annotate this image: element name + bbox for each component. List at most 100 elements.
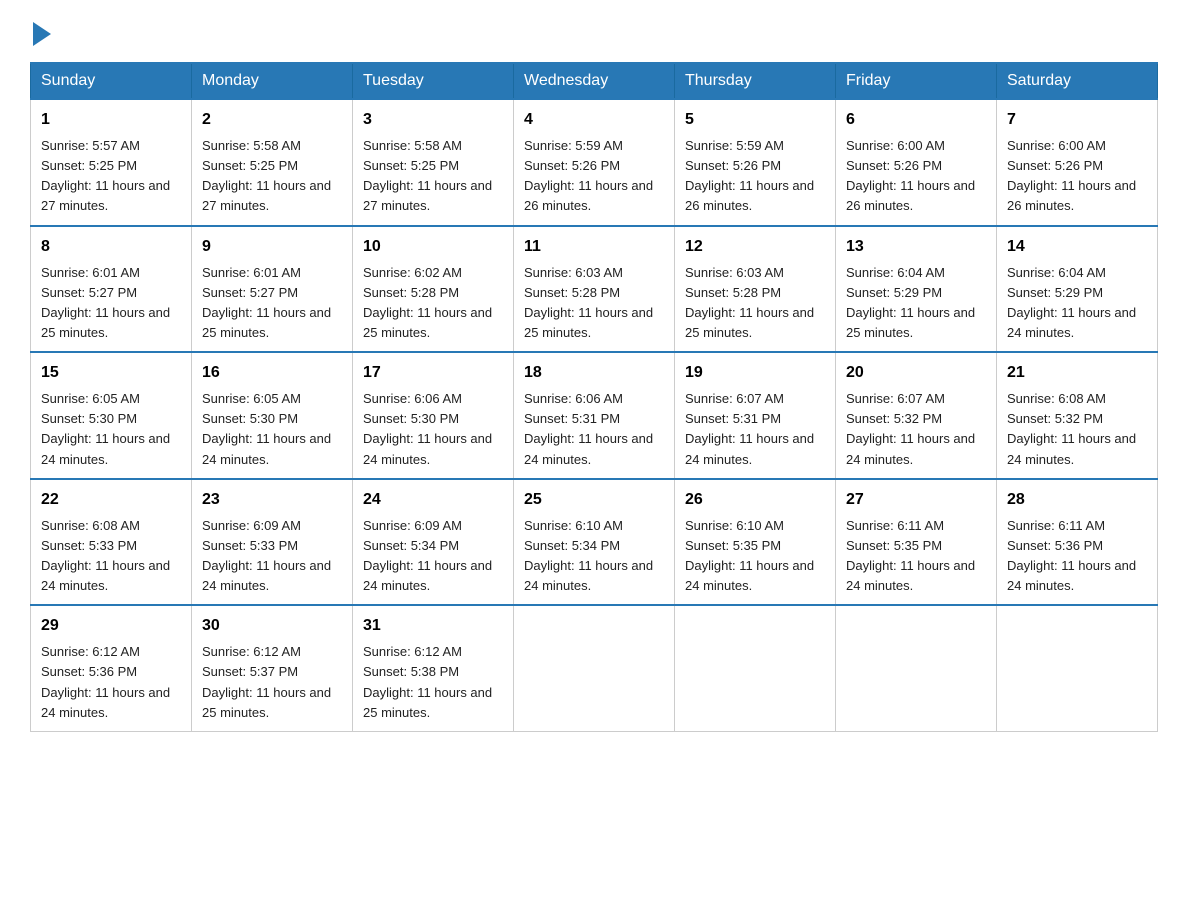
calendar-cell bbox=[997, 605, 1158, 731]
calendar-cell: 14Sunrise: 6:04 AMSunset: 5:29 PMDayligh… bbox=[997, 226, 1158, 353]
calendar-cell: 25 Sunrise: 6:10 AMSunset: 5:34 PMDayligh… bbox=[514, 479, 675, 606]
day-info: Sunrise: 6:01 AMSunset: 5:27 PMDaylight:… bbox=[41, 263, 181, 344]
weekday-header-monday: Monday bbox=[192, 63, 353, 99]
calendar-cell: 18 Sunrise: 6:06 AMSunset: 5:31 PMDayligh… bbox=[514, 352, 675, 479]
day-info: Sunrise: 6:05 AMSunset: 5:30 PMDaylight:… bbox=[41, 389, 181, 470]
day-info: Sunrise: 6:12 AMSunset: 5:38 PMDaylight:… bbox=[363, 642, 503, 723]
calendar-cell: 21 Sunrise: 6:08 AMSunset: 5:32 PMDayligh… bbox=[997, 352, 1158, 479]
calendar-cell: 11Sunrise: 6:03 AMSunset: 5:28 PMDayligh… bbox=[514, 226, 675, 353]
day-info: Sunrise: 6:12 AMSunset: 5:36 PMDaylight:… bbox=[41, 642, 181, 723]
day-info: Sunrise: 6:01 AMSunset: 5:27 PMDaylight:… bbox=[202, 263, 342, 344]
calendar-cell: 3Sunrise: 5:58 AMSunset: 5:25 PMDaylight… bbox=[353, 99, 514, 226]
calendar-cell: 5 Sunrise: 5:59 AMSunset: 5:26 PMDaylight… bbox=[675, 99, 836, 226]
day-info: Sunrise: 6:08 AMSunset: 5:33 PMDaylight:… bbox=[41, 516, 181, 597]
day-number: 24 bbox=[363, 488, 503, 512]
weekday-header-friday: Friday bbox=[836, 63, 997, 99]
day-number: 5 bbox=[685, 108, 825, 132]
day-number: 7 bbox=[1007, 108, 1147, 132]
logo-arrow-icon bbox=[33, 22, 51, 46]
calendar-cell: 26 Sunrise: 6:10 AMSunset: 5:35 PMDayligh… bbox=[675, 479, 836, 606]
day-info: Sunrise: 6:07 AMSunset: 5:32 PMDaylight:… bbox=[846, 389, 986, 470]
day-number: 8 bbox=[41, 235, 181, 259]
calendar-cell: 27Sunrise: 6:11 AMSunset: 5:35 PMDayligh… bbox=[836, 479, 997, 606]
day-info: Sunrise: 6:05 AMSunset: 5:30 PMDaylight:… bbox=[202, 389, 342, 470]
day-number: 23 bbox=[202, 488, 342, 512]
day-number: 9 bbox=[202, 235, 342, 259]
day-number: 29 bbox=[41, 614, 181, 638]
calendar-cell: 31 Sunrise: 6:12 AMSunset: 5:38 PMDayligh… bbox=[353, 605, 514, 731]
weekday-header-saturday: Saturday bbox=[997, 63, 1158, 99]
day-info: Sunrise: 6:07 AMSunset: 5:31 PMDaylight:… bbox=[685, 389, 825, 470]
calendar-cell: 28 Sunrise: 6:11 AMSunset: 5:36 PMDayligh… bbox=[997, 479, 1158, 606]
page-header bbox=[30, 20, 1158, 42]
day-info: Sunrise: 6:11 AMSunset: 5:36 PMDaylight:… bbox=[1007, 516, 1147, 597]
calendar-cell bbox=[514, 605, 675, 731]
day-number: 22 bbox=[41, 488, 181, 512]
calendar-week-row: 15 Sunrise: 6:05 AMSunset: 5:30 PMDayligh… bbox=[31, 352, 1158, 479]
calendar-cell: 23 Sunrise: 6:09 AMSunset: 5:33 PMDayligh… bbox=[192, 479, 353, 606]
day-number: 15 bbox=[41, 361, 181, 385]
calendar-cell: 7 Sunrise: 6:00 AMSunset: 5:26 PMDaylight… bbox=[997, 99, 1158, 226]
day-info: Sunrise: 6:12 AMSunset: 5:37 PMDaylight:… bbox=[202, 642, 342, 723]
calendar-cell: 8 Sunrise: 6:01 AMSunset: 5:27 PMDaylight… bbox=[31, 226, 192, 353]
day-info: Sunrise: 6:06 AMSunset: 5:30 PMDaylight:… bbox=[363, 389, 503, 470]
calendar-cell: 19 Sunrise: 6:07 AMSunset: 5:31 PMDayligh… bbox=[675, 352, 836, 479]
day-info: Sunrise: 6:00 AMSunset: 5:26 PMDaylight:… bbox=[1007, 136, 1147, 217]
day-number: 25 bbox=[524, 488, 664, 512]
day-number: 30 bbox=[202, 614, 342, 638]
calendar-cell: 16Sunrise: 6:05 AMSunset: 5:30 PMDayligh… bbox=[192, 352, 353, 479]
day-info: Sunrise: 6:09 AMSunset: 5:34 PMDaylight:… bbox=[363, 516, 503, 597]
day-number: 18 bbox=[524, 361, 664, 385]
day-info: Sunrise: 6:09 AMSunset: 5:33 PMDaylight:… bbox=[202, 516, 342, 597]
day-number: 17 bbox=[363, 361, 503, 385]
day-info: Sunrise: 5:57 AMSunset: 5:25 PMDaylight:… bbox=[41, 136, 181, 217]
day-info: Sunrise: 6:04 AMSunset: 5:29 PMDaylight:… bbox=[846, 263, 986, 344]
day-number: 12 bbox=[685, 235, 825, 259]
day-number: 31 bbox=[363, 614, 503, 638]
calendar-week-row: 29 Sunrise: 6:12 AMSunset: 5:36 PMDayligh… bbox=[31, 605, 1158, 731]
logo bbox=[30, 20, 51, 42]
day-number: 26 bbox=[685, 488, 825, 512]
day-number: 1 bbox=[41, 108, 181, 132]
day-number: 21 bbox=[1007, 361, 1147, 385]
day-info: Sunrise: 6:10 AMSunset: 5:35 PMDaylight:… bbox=[685, 516, 825, 597]
calendar-cell: 30 Sunrise: 6:12 AMSunset: 5:37 PMDayligh… bbox=[192, 605, 353, 731]
day-number: 6 bbox=[846, 108, 986, 132]
weekday-header-row: SundayMondayTuesdayWednesdayThursdayFrid… bbox=[31, 63, 1158, 99]
calendar-cell: 4 Sunrise: 5:59 AMSunset: 5:26 PMDaylight… bbox=[514, 99, 675, 226]
day-info: Sunrise: 6:06 AMSunset: 5:31 PMDaylight:… bbox=[524, 389, 664, 470]
day-info: Sunrise: 6:00 AMSunset: 5:26 PMDaylight:… bbox=[846, 136, 986, 217]
calendar-cell: 13 Sunrise: 6:04 AMSunset: 5:29 PMDayligh… bbox=[836, 226, 997, 353]
calendar-cell: 24 Sunrise: 6:09 AMSunset: 5:34 PMDayligh… bbox=[353, 479, 514, 606]
day-number: 2 bbox=[202, 108, 342, 132]
calendar-cell: 22 Sunrise: 6:08 AMSunset: 5:33 PMDayligh… bbox=[31, 479, 192, 606]
day-number: 14 bbox=[1007, 235, 1147, 259]
day-number: 4 bbox=[524, 108, 664, 132]
day-info: Sunrise: 6:03 AMSunset: 5:28 PMDaylight:… bbox=[685, 263, 825, 344]
calendar-week-row: 22 Sunrise: 6:08 AMSunset: 5:33 PMDayligh… bbox=[31, 479, 1158, 606]
calendar-cell: 15 Sunrise: 6:05 AMSunset: 5:30 PMDayligh… bbox=[31, 352, 192, 479]
day-info: Sunrise: 6:03 AMSunset: 5:28 PMDaylight:… bbox=[524, 263, 664, 344]
day-info: Sunrise: 5:58 AMSunset: 5:25 PMDaylight:… bbox=[202, 136, 342, 217]
day-number: 28 bbox=[1007, 488, 1147, 512]
day-info: Sunrise: 6:10 AMSunset: 5:34 PMDaylight:… bbox=[524, 516, 664, 597]
day-info: Sunrise: 6:08 AMSunset: 5:32 PMDaylight:… bbox=[1007, 389, 1147, 470]
day-info: Sunrise: 5:59 AMSunset: 5:26 PMDaylight:… bbox=[685, 136, 825, 217]
calendar-cell bbox=[836, 605, 997, 731]
day-number: 20 bbox=[846, 361, 986, 385]
calendar-table: SundayMondayTuesdayWednesdayThursdayFrid… bbox=[30, 62, 1158, 732]
calendar-cell: 17 Sunrise: 6:06 AMSunset: 5:30 PMDayligh… bbox=[353, 352, 514, 479]
day-number: 10 bbox=[363, 235, 503, 259]
day-number: 27 bbox=[846, 488, 986, 512]
calendar-week-row: 1 Sunrise: 5:57 AMSunset: 5:25 PMDaylight… bbox=[31, 99, 1158, 226]
weekday-header-thursday: Thursday bbox=[675, 63, 836, 99]
calendar-cell: 6 Sunrise: 6:00 AMSunset: 5:26 PMDaylight… bbox=[836, 99, 997, 226]
day-info: Sunrise: 5:59 AMSunset: 5:26 PMDaylight:… bbox=[524, 136, 664, 217]
day-number: 13 bbox=[846, 235, 986, 259]
day-number: 19 bbox=[685, 361, 825, 385]
calendar-cell: 2 Sunrise: 5:58 AMSunset: 5:25 PMDaylight… bbox=[192, 99, 353, 226]
calendar-cell: 12 Sunrise: 6:03 AMSunset: 5:28 PMDayligh… bbox=[675, 226, 836, 353]
calendar-cell: 29 Sunrise: 6:12 AMSunset: 5:36 PMDayligh… bbox=[31, 605, 192, 731]
day-info: Sunrise: 5:58 AMSunset: 5:25 PMDaylight:… bbox=[363, 136, 503, 217]
calendar-cell: 9 Sunrise: 6:01 AMSunset: 5:27 PMDaylight… bbox=[192, 226, 353, 353]
